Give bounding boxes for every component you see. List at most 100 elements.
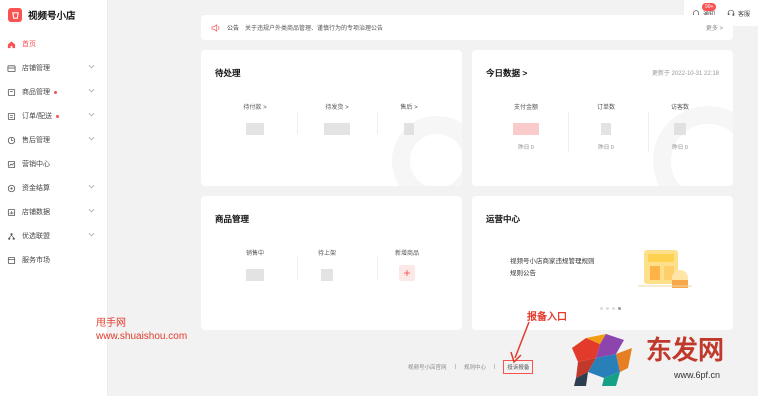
- today-visitors[interactable]: 访客数 昨日 0: [640, 102, 720, 151]
- sidebar-item-label: 营销中心: [22, 161, 50, 168]
- metric-sub: 昨日 0: [672, 145, 688, 151]
- pager-dot[interactable]: [606, 307, 609, 310]
- metric-sub: 昨日 0: [598, 145, 614, 151]
- sidebar-item-label: 店铺管理: [22, 65, 50, 72]
- brand-logo: 东发网 www.6pf.cn: [566, 324, 756, 390]
- banner-pager[interactable]: [600, 307, 621, 310]
- shop-logo-icon: [8, 8, 22, 22]
- sidebar-item[interactable]: 资金结算: [0, 176, 107, 200]
- announcement-more-link[interactable]: 更多 >: [706, 23, 723, 32]
- sidebar-item[interactable]: 店铺数据: [0, 200, 107, 224]
- sidebar-nav: 首页店铺管理商品管理订单/配送售后管理营销中心资金结算店铺数据优选联盟服务市场: [0, 32, 107, 272]
- unread-dot: [54, 90, 57, 94]
- chevron-down-icon: [88, 232, 95, 237]
- pending-card: 待处理 待付款 > 待发货 > 售后 >: [201, 50, 462, 186]
- pending-aftersale[interactable]: 售后 >: [369, 102, 449, 135]
- sidebar-item[interactable]: 售后管理: [0, 128, 107, 152]
- pager-dot[interactable]: [600, 307, 603, 310]
- brand-url: www.6pf.cn: [674, 370, 721, 380]
- blurred-value: [321, 269, 333, 281]
- notify-badge: 99+: [701, 2, 717, 11]
- metric-label: 待发货 >: [325, 105, 349, 111]
- watermark-site-url: www.shuaishou.com: [96, 331, 188, 342]
- chevron-down-icon: [88, 112, 95, 117]
- blurred-value: [674, 123, 686, 135]
- metric-label: 待付款 >: [243, 105, 267, 111]
- sidebar-item[interactable]: 服务市场: [0, 248, 107, 272]
- sidebar-item[interactable]: 首页: [0, 32, 107, 56]
- announcement-text[interactable]: 关于违规户外类商品管理、谨慎行为的专项治理公告: [245, 23, 383, 32]
- sidebar-item-label: 服务市场: [22, 257, 50, 264]
- metric-label: 待上架: [317, 251, 336, 257]
- footer-link-official[interactable]: 视频号小店官网: [408, 363, 447, 371]
- pending-title: 待处理: [215, 68, 241, 78]
- blurred-value: [404, 123, 414, 135]
- speaker-icon: [211, 23, 220, 32]
- ops-card: 运营中心 视频号小店商家违规管理规则 规则公告: [472, 196, 733, 330]
- sidebar-item-label: 商品管理: [22, 89, 50, 96]
- shop-illustration-icon: [638, 250, 692, 288]
- sidebar-item[interactable]: 订单/配送: [0, 104, 107, 128]
- chevron-down-icon: [88, 64, 95, 69]
- sidebar-item-label: 售后管理: [22, 137, 50, 144]
- funds-icon: [7, 184, 16, 193]
- data-icon: [7, 208, 16, 217]
- home-icon: [7, 40, 16, 49]
- announcement-bar[interactable]: 公告 关于违规户外类商品管理、谨慎行为的专项治理公告 更多 >: [201, 15, 733, 40]
- footer-link-rules[interactable]: 规则中心: [464, 363, 486, 371]
- goods-card: 商品管理 销售中 待上架 新增商品 +: [201, 196, 462, 330]
- blurred-value: [601, 123, 611, 135]
- today-pay-amount[interactable]: 支付金额 昨日 0: [486, 102, 566, 151]
- today-updated: 更新于 2022-10-31 22:18: [651, 71, 719, 77]
- metric-label: 售后 >: [400, 105, 418, 111]
- metric-label: 订单数: [596, 105, 615, 111]
- ops-title: 运营中心: [486, 214, 521, 224]
- chevron-down-icon: [88, 184, 95, 189]
- sidebar-item[interactable]: 优选联盟: [0, 224, 107, 248]
- pager-dot-active[interactable]: [618, 307, 621, 310]
- pending-to-ship[interactable]: 待发货 >: [297, 102, 377, 135]
- aftersale-icon: [7, 136, 16, 145]
- goods-title: 商品管理: [215, 214, 250, 224]
- logo[interactable]: 视频号小店: [0, 0, 107, 30]
- today-orders[interactable]: 订单数 昨日 0: [566, 102, 646, 151]
- sidebar-item-label: 店铺数据: [22, 209, 50, 216]
- goods-on-sale[interactable]: 销售中: [215, 248, 295, 281]
- chevron-down-icon: [88, 136, 95, 141]
- pending-unpaid[interactable]: 待付款 >: [215, 102, 295, 135]
- sidebar-item-label: 优选联盟: [22, 233, 50, 240]
- announcement-tag: 公告: [227, 26, 240, 32]
- unread-dot: [55, 114, 59, 118]
- blurred-value: [513, 123, 539, 135]
- blurred-value: [246, 123, 264, 135]
- order-icon: [7, 112, 16, 121]
- market-icon: [7, 256, 16, 265]
- today-title[interactable]: 今日数据 >: [486, 67, 527, 79]
- metric-label: 销售中: [245, 251, 264, 257]
- sidebar-item[interactable]: 商品管理: [0, 80, 107, 104]
- sidebar-item[interactable]: 营销中心: [0, 152, 107, 176]
- goods-to-list[interactable]: 待上架: [287, 248, 367, 281]
- footer-divider: |: [454, 364, 456, 370]
- sidebar-item[interactable]: 店铺管理: [0, 56, 107, 80]
- blurred-value: [246, 269, 264, 281]
- alliance-icon: [7, 232, 16, 241]
- pager-dot[interactable]: [612, 307, 615, 310]
- banner-line-2: 规则公告: [510, 270, 536, 277]
- ops-banner[interactable]: 视频号小店商家违规管理规则 规则公告: [486, 236, 719, 298]
- goods-add-new[interactable]: 新增商品 +: [367, 248, 447, 281]
- banner-text: 视频号小店商家违规管理规则 规则公告: [510, 256, 595, 280]
- goods-icon: [7, 88, 16, 97]
- bull-logo-icon: [572, 334, 632, 386]
- banner-line-1: 视频号小店商家违规管理规则: [510, 258, 595, 265]
- chevron-down-icon: [88, 208, 95, 213]
- brand-title: 东发网: [646, 336, 725, 366]
- footer-divider: |: [493, 364, 496, 370]
- store-icon: [7, 64, 16, 73]
- sidebar: 视频号小店 首页店铺管理商品管理订单/配送售后管理营销中心资金结算店铺数据优选联…: [0, 0, 108, 396]
- add-product-button[interactable]: +: [399, 265, 415, 281]
- marketing-icon: [7, 160, 16, 169]
- metric-label: 支付金额: [513, 105, 538, 111]
- watermark-site-name: 甩手网: [96, 318, 126, 329]
- logo-text: 视频号小店: [28, 11, 76, 22]
